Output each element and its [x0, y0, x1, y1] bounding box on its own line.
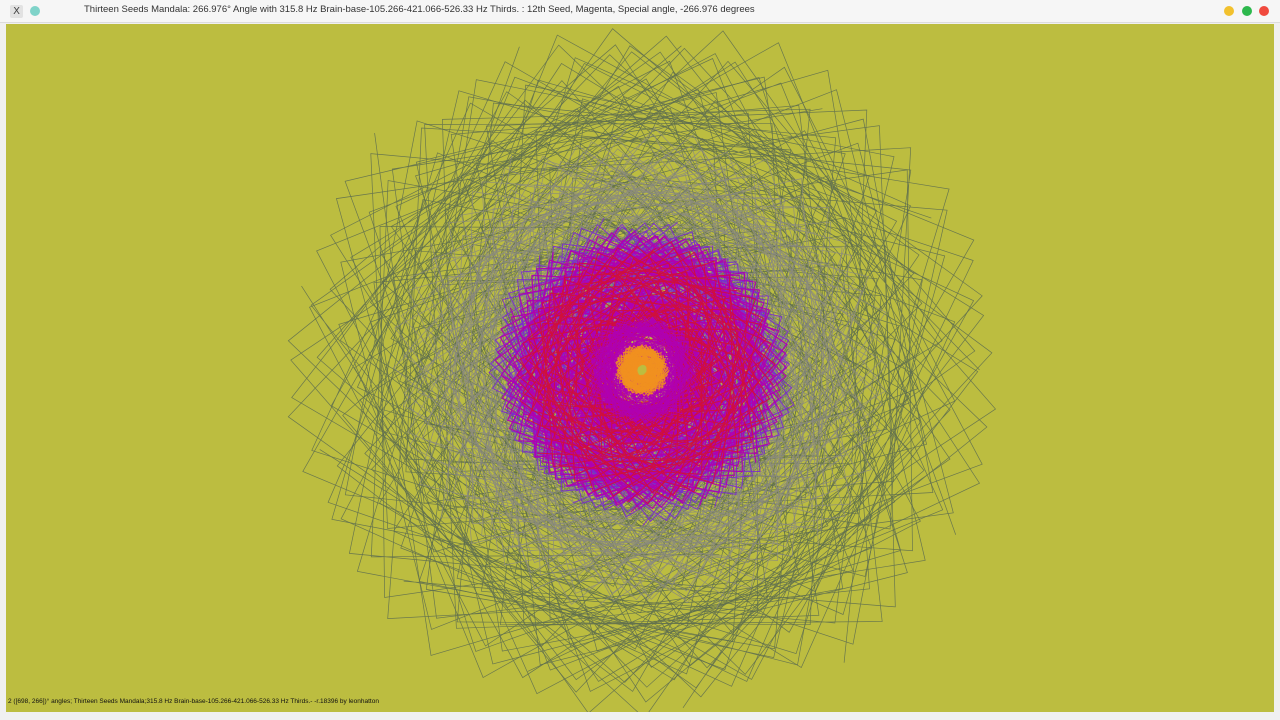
window-title: Thirteen Seeds Mandala: 266.976° Angle w…: [84, 4, 755, 15]
x-app-icon[interactable]: X: [10, 5, 23, 18]
outer-ring: [287, 28, 997, 712]
grey-ring: [392, 127, 893, 609]
pin-icon[interactable]: [30, 6, 40, 16]
maximize-button[interactable]: [1242, 6, 1252, 16]
canvas-caption: 2 ([698, 266])° angles; Thirteen Seeds M…: [8, 698, 379, 705]
minimize-button[interactable]: [1224, 6, 1234, 16]
close-button[interactable]: [1259, 6, 1269, 16]
title-bar[interactable]: X Thirteen Seeds Mandala: 266.976° Angle…: [0, 0, 1280, 23]
mandala-canvas[interactable]: 2 ([698, 266])° angles; Thirteen Seeds M…: [6, 24, 1274, 712]
app-window: X Thirteen Seeds Mandala: 266.976° Angle…: [0, 0, 1280, 720]
mandala-drawing: [287, 28, 997, 712]
